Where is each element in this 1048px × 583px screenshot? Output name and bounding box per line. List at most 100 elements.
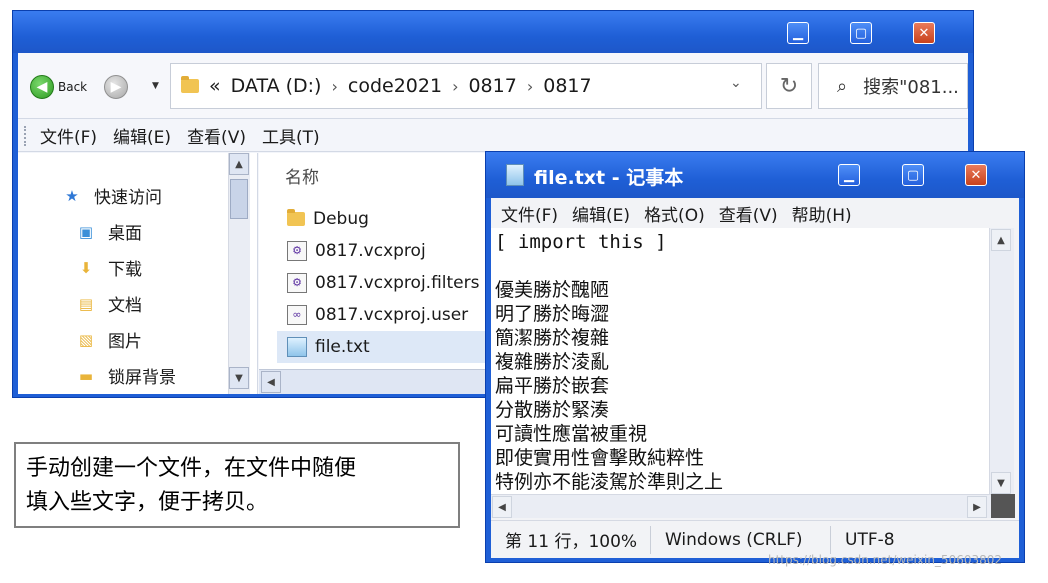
text-line: 優美勝於醜陋 <box>495 279 610 301</box>
navigation-pane: ★ 快速访问 ▣ 桌面 ⬇ 下载 ▤ 文档 ▧ 图片 ▬ 锁屏背景 ▲ ▼ <box>18 153 258 394</box>
annotation-line: 填入些文字，便于拷贝。 <box>26 490 269 515</box>
sidebar-item-desktop[interactable]: ▣ 桌面 <box>76 219 142 245</box>
explorer-title-bar[interactable]: ▁ ▢ ✕ <box>13 11 973 53</box>
list-item[interactable]: ⚙ 0817.vcxproj.filters <box>287 273 479 293</box>
documents-folder-icon: ▤ <box>78 294 94 313</box>
status-encoding: UTF-8 <box>845 529 895 550</box>
back-button-label[interactable]: Back <box>58 80 87 94</box>
breadcrumb-segment[interactable]: 0817 <box>543 75 591 97</box>
notepad-title-bar[interactable]: file.txt - 记事本 ▁ ▢ ✕ <box>486 152 1024 198</box>
sidebar-item-pictures[interactable]: ▧ 图片 <box>76 327 142 353</box>
desktop-icon: ▣ <box>78 222 94 241</box>
notepad-text-area[interactable]: [ import this ] 優美勝於醜陋 明了勝於晦澀 簡潔勝於複雜 複雜勝於淩亂扁… <box>491 228 989 498</box>
text-line: 可讀性應當被重視 <box>495 423 648 445</box>
sidebar-item-lockscreen[interactable]: ▬ 锁屏背景 <box>76 363 176 389</box>
text-line <box>495 254 985 278</box>
menu-format[interactable]: 格式(O) <box>644 201 705 226</box>
notepad-maximize-button[interactable]: ▢ <box>902 164 924 186</box>
explorer-close-button[interactable]: ✕ <box>913 22 935 44</box>
notepad-window: file.txt - 记事本 ▁ ▢ ✕ 文件(F) 编辑(E) 格式(O) 查… <box>485 151 1025 563</box>
breadcrumb-segment[interactable]: DATA (D:) <box>231 75 322 97</box>
menu-edit[interactable]: 编辑(E) <box>572 201 630 226</box>
column-header-name[interactable]: 名称 <box>285 163 319 188</box>
notepad-horizontal-scrollbar[interactable]: ◀ ▶ <box>491 494 991 518</box>
explorer-maximize-button[interactable]: ▢ <box>850 22 872 44</box>
scroll-up-icon[interactable]: ▲ <box>229 153 249 175</box>
text-file-icon <box>287 337 307 357</box>
notepad-close-button[interactable]: ✕ <box>965 164 987 186</box>
folder-icon <box>181 76 199 93</box>
scroll-left-icon[interactable]: ◀ <box>492 496 512 518</box>
menu-tools[interactable]: 工具(T) <box>262 123 320 148</box>
notepad-vertical-scrollbar[interactable]: ▲ ▼ <box>989 228 1014 498</box>
address-overflow-chevron[interactable]: « <box>209 75 221 97</box>
breadcrumb-separator-icon[interactable]: › <box>527 77 533 96</box>
folder-icon: ▬ <box>78 366 94 385</box>
navigation-scrollbar[interactable]: ▲ ▼ <box>228 153 250 394</box>
scroll-right-icon[interactable]: ▶ <box>967 496 987 518</box>
file-name: Debug <box>313 209 369 229</box>
sidebar-item-quick-access[interactable]: ★ 快速访问 <box>62 183 162 209</box>
explorer-minimize-button[interactable]: ▁ <box>787 22 809 44</box>
menu-view[interactable]: 查看(V) <box>187 123 246 148</box>
list-item[interactable]: ∞ 0817.vcxproj.user <box>287 305 468 325</box>
search-placeholder: 搜索"081... <box>863 77 959 98</box>
status-line-ending: Windows (CRLF) <box>651 525 831 554</box>
scroll-down-icon[interactable]: ▼ <box>991 472 1011 494</box>
text-line: 即使實用性會擊敗純粹性 <box>495 447 705 469</box>
menu-edit[interactable]: 编辑(E) <box>113 123 171 148</box>
search-icon: ⌕ <box>837 75 848 97</box>
breadcrumb-separator-icon[interactable]: › <box>452 77 458 96</box>
download-folder-icon: ⬇ <box>79 258 93 277</box>
sidebar-item-label: 下载 <box>108 260 142 280</box>
file-name: 0817.vcxproj <box>315 241 426 261</box>
annotation-callout: 手动创建一个文件，在文件中随便 填入些文字，便于拷贝。 <box>14 442 460 528</box>
star-icon: ★ <box>65 186 79 205</box>
address-bar[interactable]: « DATA (D:) › code2021 › 0817 › 0817 <box>170 63 762 109</box>
list-item[interactable]: file.txt <box>287 337 370 357</box>
sidebar-item-label: 图片 <box>108 332 142 352</box>
menu-file[interactable]: 文件(F) <box>501 201 558 226</box>
menu-help[interactable]: 帮助(H) <box>792 201 852 226</box>
text-line: [ import this ] <box>495 231 667 253</box>
arrow-left-icon[interactable]: ◀ <box>30 75 54 99</box>
text-line: 複雜勝於淩亂 <box>495 351 610 373</box>
notepad-icon <box>506 164 524 186</box>
menu-file[interactable]: 文件(F) <box>40 123 97 148</box>
status-position: 第 11 行，100% <box>491 525 651 554</box>
search-input[interactable]: ⌕ 搜索"081... <box>818 63 968 109</box>
explorer-address-toolbar: ◀ Back ▶ ▼ « DATA (D:) › code2021 › 0817… <box>18 53 968 119</box>
scroll-left-icon[interactable]: ◀ <box>261 371 281 393</box>
list-item[interactable]: ⚙ 0817.vcxproj <box>287 241 426 261</box>
notepad-menu-bar: 文件(F) 编辑(E) 格式(O) 查看(V) 帮助(H) <box>491 198 1019 228</box>
visual-studio-file-icon: ∞ <box>287 305 307 325</box>
breadcrumb-segment[interactable]: 0817 <box>468 75 516 97</box>
sidebar-item-label: 文档 <box>108 296 142 316</box>
vcxproj-filters-file-icon: ⚙ <box>287 273 307 293</box>
breadcrumb-segment[interactable]: code2021 <box>348 75 442 97</box>
breadcrumb-separator-icon[interactable]: › <box>331 77 337 96</box>
file-list-horizontal-scrollbar[interactable]: ◀ <box>259 369 499 394</box>
chevron-down-icon[interactable]: ⌄ <box>730 75 742 91</box>
folder-icon <box>287 209 305 226</box>
sidebar-item-label: 桌面 <box>108 224 142 244</box>
vcxproj-file-icon: ⚙ <box>287 241 307 261</box>
refresh-button[interactable]: ↻ <box>766 63 812 109</box>
list-item[interactable]: Debug <box>287 209 369 229</box>
notepad-title: file.txt - 记事本 <box>534 167 684 189</box>
text-line: 明了勝於晦澀 <box>495 303 610 325</box>
arrow-right-icon[interactable]: ▶ <box>104 75 128 99</box>
watermark: https://blog.csdn.net/weixin_50603802 <box>768 553 1003 567</box>
file-name: 0817.vcxproj.filters <box>315 273 480 293</box>
scroll-down-icon[interactable]: ▼ <box>229 367 249 389</box>
size-grip[interactable] <box>991 494 1015 518</box>
notepad-minimize-button[interactable]: ▁ <box>838 164 860 186</box>
file-list: 名称 Debug ⚙ 0817.vcxproj ⚙ 0817.vcxproj.f… <box>259 153 497 394</box>
refresh-icon: ↻ <box>779 73 799 99</box>
menu-view[interactable]: 查看(V) <box>719 201 778 226</box>
sidebar-item-documents[interactable]: ▤ 文档 <box>76 291 142 317</box>
scroll-up-icon[interactable]: ▲ <box>991 229 1011 251</box>
recent-locations-dropdown-icon[interactable]: ▼ <box>152 81 159 91</box>
sidebar-item-downloads[interactable]: ⬇ 下载 <box>76 255 142 281</box>
scrollbar-thumb[interactable] <box>230 179 248 219</box>
